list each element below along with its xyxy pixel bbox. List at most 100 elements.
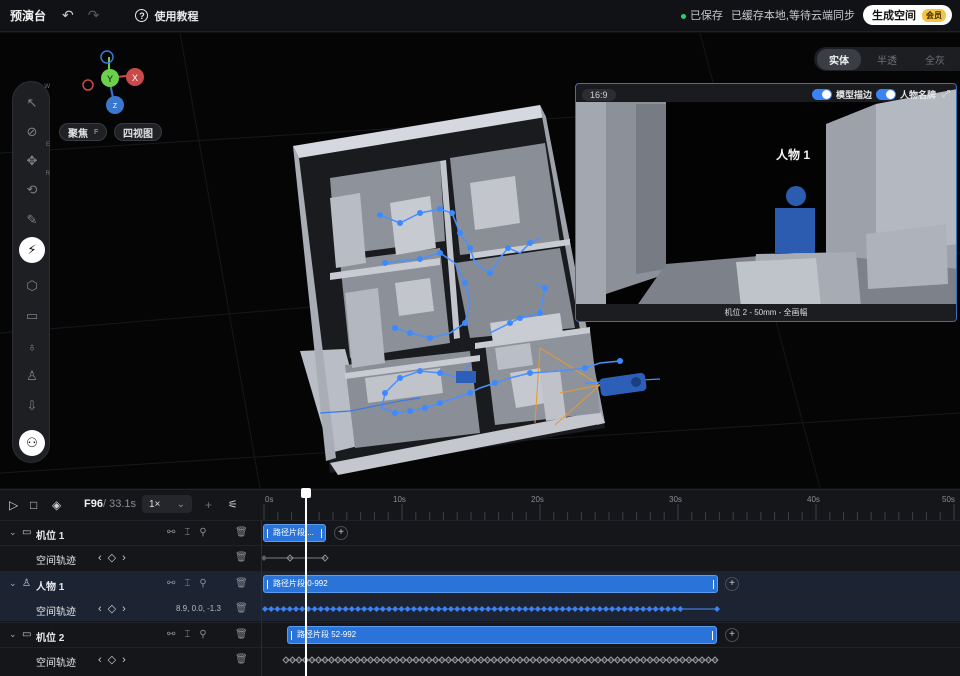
keyframe-diamond[interactable] bbox=[367, 606, 374, 612]
move-icon[interactable]: ✥ E bbox=[19, 142, 50, 174]
keyframe-add-icon[interactable]: ◈ bbox=[52, 498, 61, 512]
undo-icon[interactable]: ↶ bbox=[62, 7, 74, 24]
keyframe-diamond[interactable] bbox=[293, 606, 299, 612]
keyframe-diamond[interactable] bbox=[361, 606, 368, 612]
help-button[interactable]: ? 使用教程 bbox=[135, 8, 198, 24]
keyframe-diamond[interactable] bbox=[491, 606, 498, 612]
keyframe-diamond[interactable] bbox=[441, 606, 448, 612]
keyframe-diamond[interactable] bbox=[373, 606, 380, 612]
camera-preview-panel[interactable]: 16:9 模型描边 人物名牌 ⤢ 人物 1 机位 2 - 50mm - 全画幅 bbox=[575, 83, 957, 322]
trash-icon[interactable]: 🗑 bbox=[235, 629, 248, 640]
keyframe-diamond[interactable] bbox=[615, 606, 622, 612]
keyframe-diamond[interactable] bbox=[274, 606, 281, 612]
nameplate-toggle[interactable] bbox=[875, 89, 896, 100]
keyframe-strip[interactable] bbox=[262, 597, 722, 622]
playhead[interactable] bbox=[301, 488, 311, 676]
keyframe-diamond[interactable] bbox=[677, 606, 684, 612]
keyframe-diamond[interactable] bbox=[565, 606, 572, 612]
keyframe-strip[interactable] bbox=[262, 546, 342, 571]
keyframe-diamond[interactable] bbox=[386, 606, 392, 612]
keyframe-diamond[interactable] bbox=[355, 606, 361, 612]
render-mode-translucent[interactable]: 半透 bbox=[865, 49, 909, 70]
keyframe-diamond[interactable] bbox=[330, 606, 337, 612]
render-mode-gray[interactable]: 全灰 bbox=[913, 49, 957, 70]
keyframe-diamond[interactable] bbox=[286, 606, 293, 612]
track-row-person-1[interactable]: ⌄ ♙ 人物 1 ⚯⌶⚲ 🗑 路径片段 0-992 + bbox=[0, 571, 960, 596]
expand-icon[interactable]: ⤢ bbox=[942, 89, 950, 100]
track-row-camera-1[interactable]: ⌄ ▭ 机位 1 ⚯⌶⚲ 🗑 路径片段 ... + bbox=[0, 520, 960, 545]
keyframe-nav[interactable]: ‹◇› bbox=[98, 551, 132, 564]
keyframe-diamond[interactable] bbox=[652, 606, 659, 612]
trash-icon[interactable]: 🗑 bbox=[235, 527, 248, 538]
keyframe-diamond[interactable] bbox=[609, 606, 616, 612]
keyframe-diamond[interactable] bbox=[584, 606, 591, 612]
keyframe-diamond[interactable] bbox=[348, 606, 355, 612]
track-row-camera-2-path[interactable]: 空间轨迹 ‹◇› 🗑 bbox=[0, 647, 960, 676]
keyframe-diamond[interactable] bbox=[621, 606, 628, 612]
redo-icon[interactable]: ↷ bbox=[88, 7, 100, 24]
keyframe-diamond[interactable] bbox=[572, 606, 578, 612]
keyframe-diamond[interactable] bbox=[392, 606, 399, 612]
chevron-down-icon[interactable]: ⌄ bbox=[9, 527, 17, 538]
keyframe-nav[interactable]: ‹◇› bbox=[98, 602, 132, 615]
keyframe-diamond[interactable] bbox=[410, 606, 417, 612]
keyframe-diamond[interactable] bbox=[472, 606, 479, 612]
render-mode-solid[interactable]: 实体 bbox=[817, 48, 861, 70]
speed-select[interactable]: 1× ⌄ bbox=[142, 495, 192, 513]
trash-icon[interactable]: 🗑 bbox=[235, 552, 248, 563]
person-1-marker[interactable] bbox=[456, 371, 476, 383]
add-clip-button[interactable]: + bbox=[725, 577, 739, 591]
keyframe-diamond[interactable] bbox=[404, 606, 411, 612]
keyframe-diamond[interactable] bbox=[466, 606, 473, 612]
select-icon[interactable]: ↖ W bbox=[19, 84, 50, 116]
track-row-camera-1-path[interactable]: 空间轨迹 ‹◇› 🗑 bbox=[0, 545, 960, 570]
time-ruler[interactable]: 0s 10s 20s 30s 40s 50s bbox=[262, 490, 960, 520]
keyframe-diamond[interactable] bbox=[429, 606, 436, 612]
keyframe-diamond[interactable] bbox=[665, 606, 671, 612]
camera-2-object[interactable] bbox=[599, 372, 647, 397]
path-clip[interactable]: 路径片段 ... bbox=[263, 524, 326, 542]
keyframe-diamond[interactable] bbox=[417, 606, 423, 612]
outline-toggle[interactable] bbox=[811, 89, 832, 100]
keyframe-diamond[interactable] bbox=[262, 606, 268, 612]
keyframe-diamond[interactable] bbox=[534, 606, 541, 612]
keyframe-diamond[interactable] bbox=[497, 606, 504, 612]
focus-button[interactable]: 聚焦 F bbox=[59, 123, 108, 141]
keyframe-diamond[interactable] bbox=[342, 606, 349, 612]
add-clip-button[interactable]: + bbox=[334, 526, 348, 540]
settings-sliders-icon[interactable]: ⚟ bbox=[228, 498, 238, 511]
chevron-down-icon[interactable]: ⌄ bbox=[9, 629, 17, 640]
keyframe-strip[interactable] bbox=[262, 648, 722, 673]
axis-gizmo[interactable]: X Y Z bbox=[78, 47, 158, 122]
orbit-icon[interactable]: ⟲ R bbox=[19, 171, 50, 203]
keyframe-diamond[interactable] bbox=[627, 606, 634, 612]
person-icon[interactable]: ♙ bbox=[19, 363, 45, 389]
keyframe-diamond[interactable] bbox=[578, 606, 585, 612]
keyframe-diamond[interactable] bbox=[553, 606, 560, 612]
keyframe-diamond[interactable] bbox=[640, 606, 647, 612]
keyframe-diamond[interactable] bbox=[541, 606, 547, 612]
play-icon[interactable]: ▷ bbox=[9, 498, 18, 512]
keyframe-diamond[interactable] bbox=[559, 606, 566, 612]
keyframe-diamond[interactable] bbox=[336, 606, 343, 612]
keyframe-diamond[interactable] bbox=[547, 606, 554, 612]
light-icon[interactable]: ♁ bbox=[19, 333, 45, 359]
keyframe-diamond[interactable] bbox=[510, 606, 516, 612]
keyframe-diamond[interactable] bbox=[503, 606, 510, 612]
keyframe-nav[interactable]: ‹◇› bbox=[98, 653, 132, 666]
keyframe-diamond[interactable] bbox=[398, 606, 405, 612]
track-actions[interactable]: ⚯⌶⚲ bbox=[167, 527, 216, 538]
keyframe-diamond[interactable] bbox=[528, 606, 535, 612]
trash-icon[interactable]: 🗑 bbox=[235, 578, 248, 589]
keyframe-diamond[interactable] bbox=[590, 606, 597, 612]
keyframe-diamond[interactable] bbox=[423, 606, 430, 612]
import-icon[interactable]: ⇩ bbox=[19, 393, 45, 419]
keyframe-diamond[interactable] bbox=[379, 606, 386, 612]
floor-plan-model[interactable] bbox=[293, 105, 605, 475]
cube-icon[interactable]: ⬡ bbox=[19, 273, 45, 299]
track-row-camera-2[interactable]: ⌄ ▭ 机位 2 ⚯⌶⚲ 🗑 路径片段 52-992 + bbox=[0, 622, 960, 647]
quad-view-button[interactable]: 四视图 bbox=[114, 123, 162, 141]
rotate-icon[interactable]: ⊘ bbox=[19, 119, 45, 145]
stop-icon[interactable]: □ bbox=[30, 498, 37, 512]
path-clip[interactable]: 路径片段 0-992 bbox=[263, 575, 718, 593]
